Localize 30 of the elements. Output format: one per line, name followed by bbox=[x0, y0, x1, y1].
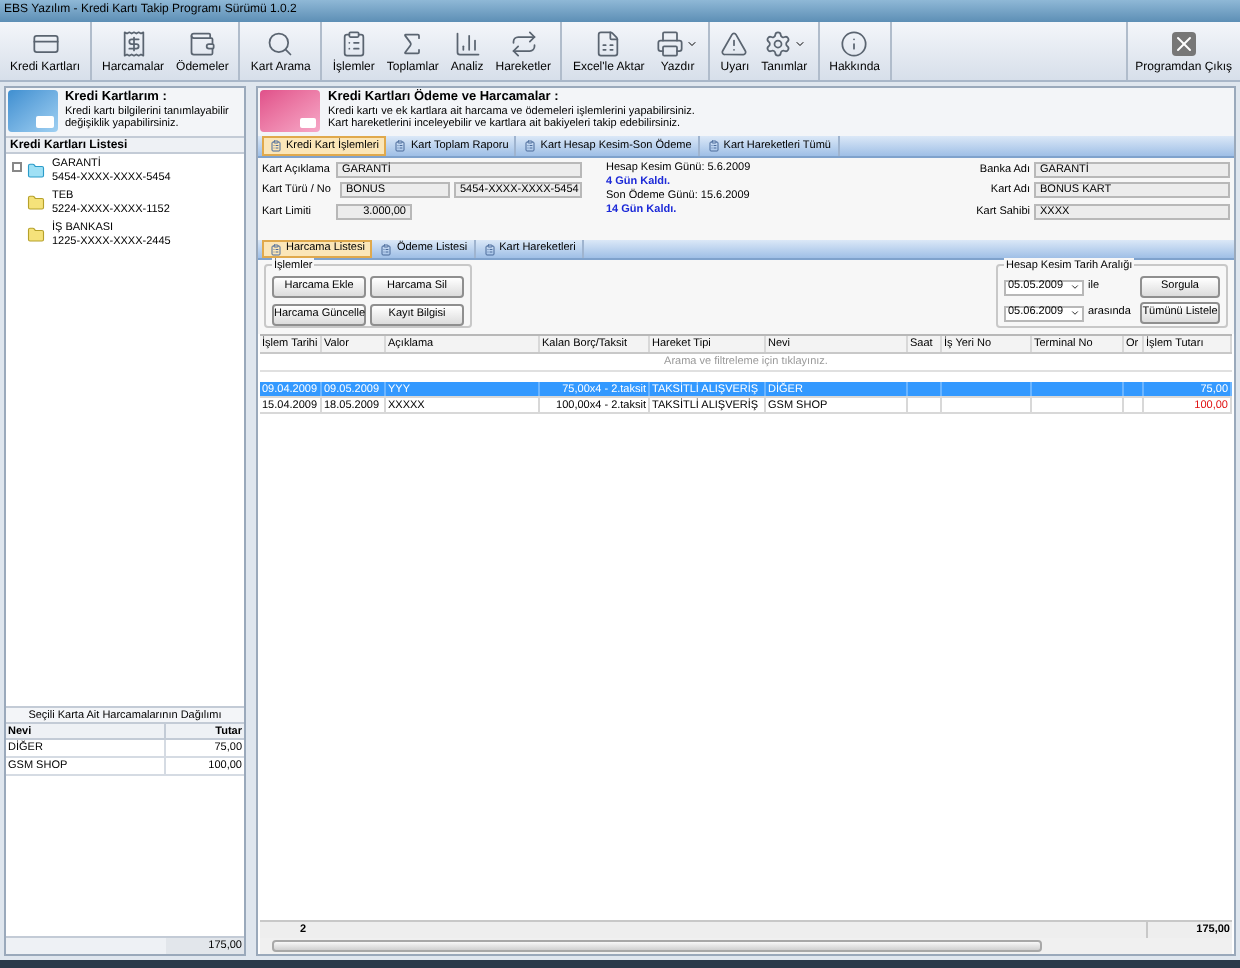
tab-icon bbox=[270, 140, 282, 152]
tab-icon bbox=[483, 243, 496, 255]
tab-icon bbox=[394, 140, 407, 152]
tab-icon bbox=[524, 140, 537, 152]
warning-icon bbox=[720, 30, 749, 58]
scroll-thumb[interactable] bbox=[272, 940, 1042, 952]
tab-icon bbox=[270, 243, 282, 255]
clipboard-icon bbox=[339, 30, 368, 58]
tab-icon bbox=[380, 243, 393, 255]
close-icon bbox=[1171, 32, 1196, 56]
receipt-icon bbox=[119, 30, 148, 58]
caret-icon bbox=[793, 38, 806, 50]
tab-icon bbox=[707, 140, 720, 152]
folder-icon bbox=[26, 162, 46, 180]
info-icon bbox=[840, 30, 869, 58]
search-icon bbox=[266, 30, 295, 58]
caret-icon bbox=[1070, 282, 1080, 292]
expander-icon bbox=[12, 162, 22, 172]
chart-icon bbox=[453, 30, 482, 58]
spreadsheet-icon bbox=[594, 30, 623, 58]
folder-icon bbox=[26, 226, 46, 244]
wallet-icon bbox=[188, 30, 217, 58]
folder-icon bbox=[26, 194, 46, 212]
repeat-icon bbox=[509, 30, 538, 58]
horizontal-scrollbar[interactable] bbox=[260, 938, 1232, 954]
card-icon bbox=[31, 30, 59, 58]
caret-icon bbox=[1070, 308, 1080, 318]
printer-icon bbox=[656, 30, 685, 58]
settings-icon bbox=[763, 30, 792, 58]
caret-icon bbox=[686, 38, 699, 50]
